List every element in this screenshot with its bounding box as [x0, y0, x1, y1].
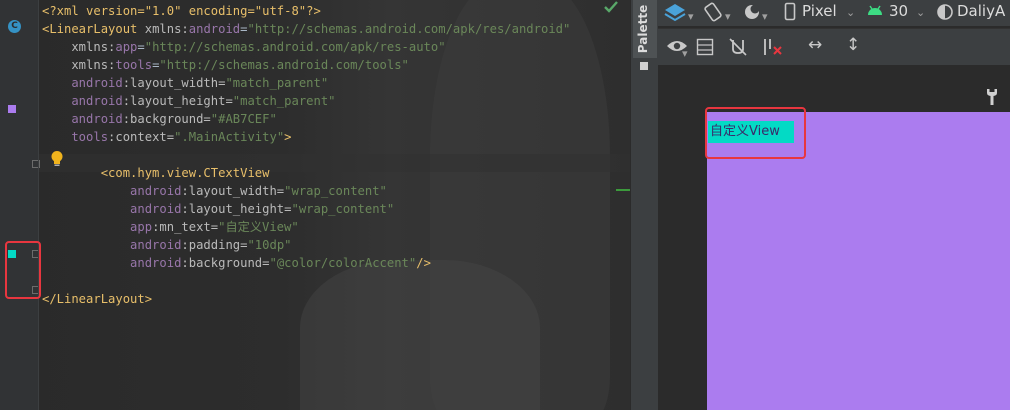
code-token: "#AB7CEF"	[210, 112, 277, 126]
code-token: app	[115, 40, 138, 54]
theme-icon[interactable]	[936, 3, 954, 21]
code-token: tools	[115, 58, 153, 72]
code-token: "http://schemas.android.com/tools"	[159, 58, 409, 72]
code-line[interactable]: </LinearLayout>	[42, 290, 152, 308]
code-token: "match_parent"	[232, 94, 336, 108]
chevron-down-icon[interactable]: ⌄	[846, 6, 855, 19]
chevron-down-icon[interactable]: ▾	[688, 10, 694, 23]
code-line[interactable]: <LinearLayout xmlns:android="http://sche…	[42, 20, 570, 38]
code-token: :background=	[122, 112, 211, 126]
theme-select[interactable]: DaliyA	[957, 2, 1005, 20]
code-line[interactable]: android:layout_width="wrap_content"	[42, 182, 387, 200]
code-token: "wrap_content"	[291, 202, 395, 216]
orientation-icon[interactable]	[702, 1, 724, 23]
code-token: android	[188, 22, 241, 36]
code-token: :background=	[181, 256, 270, 270]
code-token: "match_parent"	[225, 76, 329, 90]
chevron-down-icon[interactable]: ⌄	[916, 6, 925, 19]
code-token: android	[42, 184, 182, 198]
chevron-down-icon[interactable]: ▾	[762, 10, 768, 23]
code-token: :context=	[108, 130, 175, 144]
code-line[interactable]: <?xml version="1.0" encoding="utf-8"?>	[42, 2, 321, 20]
night-mode-icon[interactable]	[742, 2, 762, 22]
palette-strip[interactable]: Palette	[630, 0, 659, 410]
code-token: :layout_height=	[181, 202, 292, 216]
blueprint-icon[interactable]	[696, 38, 714, 56]
code-line[interactable]: tools:context=".MainActivity">	[42, 128, 292, 146]
chevron-down-icon[interactable]: ▾	[725, 10, 731, 23]
code-token: android	[42, 94, 123, 108]
code-token: "http://schemas.android.com/apk/res/andr…	[247, 22, 571, 36]
layers-icon[interactable]	[664, 2, 686, 22]
android-icon[interactable]	[866, 3, 884, 19]
design-toolbar: ▾ ▾ ▾ Pixel ⌄ 30 ⌄ DaliyA	[658, 0, 1010, 26]
highlight-box-gutter	[5, 241, 41, 299]
gutter-separator	[38, 0, 39, 410]
code-token: tools	[42, 130, 109, 144]
code-token: :layout_width=	[181, 184, 285, 198]
constraints-off-icon[interactable]	[728, 37, 748, 57]
code-line[interactable]: android:background="#AB7CEF"	[42, 110, 277, 128]
code-token: =	[137, 40, 145, 54]
code-line[interactable]: xmlns:tools="http://schemas.android.com/…	[42, 56, 409, 74]
code-token: android	[42, 202, 182, 216]
wrench-icon[interactable]	[986, 88, 998, 106]
code-token: </LinearLayout>	[42, 292, 153, 306]
code-token: xmlns:	[42, 58, 116, 72]
design-surface[interactable]: ▾ ▾ ▾ Pixel ⌄ 30 ⌄ DaliyA ▾ ↔ ↕ 自定义View	[658, 0, 1010, 410]
code-token: android	[42, 256, 182, 270]
class-icon[interactable]: C	[8, 20, 21, 33]
chevron-down-icon[interactable]: ▾	[682, 47, 688, 60]
editor-gutter: C	[0, 0, 40, 410]
code-token: >	[284, 130, 292, 144]
expand-horizontal-icon[interactable]: ↔	[808, 35, 822, 55]
code-token: android	[42, 76, 123, 90]
code-token: :padding=	[181, 238, 248, 252]
change-marker	[616, 189, 630, 191]
code-line[interactable]: android:background="@color/colorAccent"/…	[42, 254, 431, 272]
code-line[interactable]: xmlns:app="http://schemas.android.com/ap…	[42, 38, 446, 56]
code-token: />	[416, 256, 431, 270]
editor-background-photo-shade	[300, 260, 540, 410]
color-swatch-background[interactable]	[8, 105, 16, 113]
code-line[interactable]: android:layout_height="match_parent"	[42, 92, 336, 110]
canvas-header	[658, 65, 1010, 112]
code-token: <com.hym.view.CTextView	[42, 166, 270, 180]
view-options-toolbar: ▾ ↔ ↕	[658, 28, 1010, 65]
clear-constraints-icon[interactable]	[762, 37, 784, 57]
code-token: "自定义View"	[218, 220, 299, 234]
api-level-select[interactable]: 30	[889, 2, 908, 20]
code-token: android	[42, 112, 123, 126]
expand-vertical-icon[interactable]: ↕	[846, 35, 860, 55]
code-token: app	[42, 220, 153, 234]
device-icon[interactable]	[784, 2, 796, 22]
code-token: :layout_height=	[122, 94, 233, 108]
code-token: xmlns:	[42, 40, 116, 54]
device-select[interactable]: Pixel	[802, 2, 837, 20]
checkmark-icon	[604, 1, 618, 13]
palette-tab[interactable]: Palette	[633, 0, 657, 58]
code-token: ".MainActivity"	[174, 130, 285, 144]
code-token: "@color/colorAccent"	[269, 256, 417, 270]
palette-label: Palette	[636, 4, 651, 54]
code-token: xmlns:	[144, 22, 189, 36]
code-token: "wrap_content"	[284, 184, 387, 198]
code-line[interactable]: android:layout_height="wrap_content"	[42, 200, 394, 218]
code-line[interactable]: <com.hym.view.CTextView	[42, 164, 270, 182]
code-line[interactable]: android:layout_width="match_parent"	[42, 74, 328, 92]
code-token: <LinearLayout	[42, 22, 145, 36]
code-token: "10dp"	[247, 238, 292, 252]
code-editor[interactable]: C <?xml version="1.0" encoding="utf-8"?>…	[0, 0, 630, 410]
palette-grip-icon[interactable]	[640, 62, 648, 70]
code-token: <?xml version="1.0" encoding="utf-8"?>	[42, 4, 321, 18]
highlight-box-preview	[705, 107, 806, 159]
code-token: android	[42, 238, 182, 252]
code-token: :layout_width=	[122, 76, 226, 90]
code-line[interactable]: app:mn_text="自定义View"	[42, 218, 299, 236]
code-line[interactable]: android:padding="10dp"	[42, 236, 292, 254]
code-token: :mn_text=	[152, 220, 219, 234]
code-token: "http://schemas.android.com/apk/res-auto…	[144, 40, 446, 54]
